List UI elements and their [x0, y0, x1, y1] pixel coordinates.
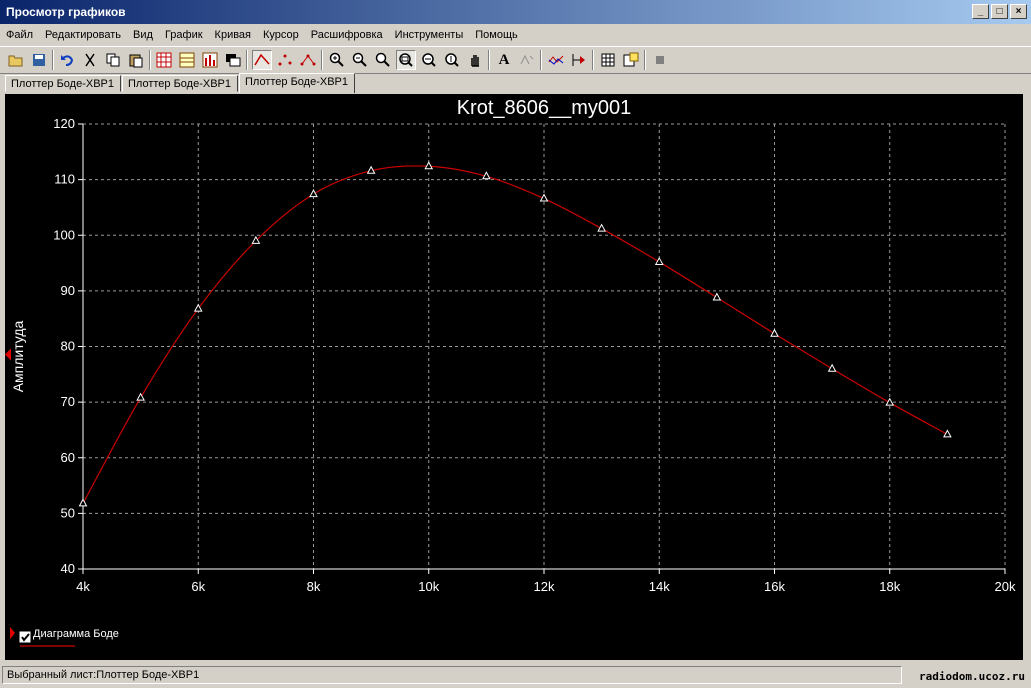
overlay-icon[interactable]: [223, 50, 243, 70]
bars-icon[interactable]: [200, 50, 220, 70]
data-point: [424, 161, 434, 170]
cursor-icon[interactable]: [546, 50, 566, 70]
stop-icon[interactable]: [650, 50, 670, 70]
menu-edit[interactable]: Редактировать: [39, 25, 127, 45]
x-tick-label: 14k: [649, 579, 670, 594]
chart-title: Krot_8606__my001: [457, 97, 632, 119]
menu-help[interactable]: Помощь: [469, 25, 524, 45]
y-tick-label: 70: [61, 394, 75, 409]
menu-view[interactable]: Вид: [127, 25, 159, 45]
legend-marker: [10, 627, 15, 639]
tab-plotter-2[interactable]: Плоттер Боде-XBP1: [122, 75, 238, 92]
menu-tools[interactable]: Инструменты: [389, 25, 470, 45]
x-tick-label: 6k: [191, 579, 205, 594]
x-tick-label: 16k: [764, 579, 785, 594]
menu-file[interactable]: Файл: [0, 25, 39, 45]
copy-graph-icon[interactable]: [598, 50, 618, 70]
tab-plotter-1[interactable]: Плоттер Боде-XBP1: [5, 75, 121, 92]
markers-icon[interactable]: [298, 50, 318, 70]
data-point: [309, 189, 318, 198]
bode-icon[interactable]: [177, 50, 197, 70]
zoom-out-icon[interactable]: [350, 50, 370, 70]
properties-icon[interactable]: [621, 50, 641, 70]
menu-curve[interactable]: Кривая: [209, 25, 257, 45]
x-tick-label: 18k: [879, 579, 900, 594]
window-title: Просмотр графиков: [6, 5, 126, 19]
data-point: [770, 328, 779, 337]
y-axis-label: Амплитуда: [10, 320, 26, 392]
zoom-fit-icon[interactable]: [373, 50, 393, 70]
x-tick-label: 20k: [995, 579, 1016, 594]
status-text: Выбранный лист:Плоттер Боде-XBP1: [7, 669, 200, 681]
x-tick-label: 4k: [76, 579, 90, 594]
y-tick-label: 100: [53, 227, 75, 242]
close-button[interactable]: ×: [1010, 4, 1027, 19]
legend: Диаграмма Боде: [10, 627, 119, 647]
y-tick-label: 110: [54, 172, 75, 187]
toolbar: A: [0, 46, 1031, 74]
copy-icon[interactable]: [103, 50, 123, 70]
series-line: [82, 165, 948, 504]
label-icon[interactable]: [517, 50, 537, 70]
menu-decode[interactable]: Расшифровка: [305, 25, 389, 45]
data-point: [654, 256, 664, 265]
x-tick-label: 12k: [534, 579, 555, 594]
curve-icon[interactable]: [252, 50, 272, 70]
zoom-in-icon[interactable]: [327, 50, 347, 70]
axis-marker: [5, 348, 11, 361]
menu-cursor[interactable]: Курсор: [257, 25, 305, 45]
x-tick-label: 8k: [307, 579, 321, 594]
menu-graph[interactable]: График: [159, 25, 209, 45]
tab-plotter-3[interactable]: Плоттер Боде-XBP1: [239, 73, 355, 93]
open-icon[interactable]: [6, 50, 26, 70]
data-point: [827, 363, 837, 372]
y-tick-label: 90: [61, 283, 75, 298]
minimize-button[interactable]: _: [972, 4, 989, 19]
tab-strip: Плоттер Боде-XBP1 Плоттер Боде-XBP1 Плот…: [5, 73, 356, 94]
x-tick-label: 10k: [418, 579, 439, 594]
zoom-area-icon[interactable]: [396, 50, 416, 70]
cut-icon[interactable]: [80, 50, 100, 70]
data-point: [78, 498, 88, 507]
text-icon[interactable]: A: [494, 50, 514, 70]
grid-icon[interactable]: [154, 50, 174, 70]
y-tick-label: 60: [61, 450, 75, 465]
y-tick-label: 40: [61, 561, 75, 576]
watermark: radiodom.ucoz.ru: [919, 670, 1025, 683]
zoom-y-icon[interactable]: [442, 50, 462, 70]
y-tick-label: 80: [61, 339, 75, 354]
data-point: [712, 292, 722, 301]
points-icon[interactable]: [275, 50, 295, 70]
bode-chart[interactable]: Krot_8606__my001 4k 6k 8k 10k 12k 14k 16k 18k 20k…: [5, 94, 1023, 660]
legend-label: Диаграмма Боде: [33, 628, 119, 640]
export-icon[interactable]: [569, 50, 589, 70]
legend-checkbox: [19, 631, 31, 643]
y-tick-label: 120: [53, 116, 75, 131]
save-icon[interactable]: [29, 50, 49, 70]
maximize-button[interactable]: □: [991, 4, 1008, 19]
title-bar[interactable]: Просмотр графиков _ □ ×: [0, 0, 1031, 24]
pan-icon[interactable]: [465, 50, 485, 70]
y-tick-label: 50: [61, 505, 75, 520]
undo-icon[interactable]: [57, 50, 77, 70]
paste-icon[interactable]: [126, 50, 146, 70]
menu-bar: Файл Редактировать Вид График Кривая Кур…: [0, 25, 1031, 45]
zoom-x-icon[interactable]: [419, 50, 439, 70]
plot-area[interactable]: Krot_8606__my001 4k 6k 8k 10k 12k 14k 16k 18k 20k…: [5, 94, 1023, 660]
status-bar: Выбранный лист:Плоттер Боде-XBP1: [2, 666, 902, 684]
